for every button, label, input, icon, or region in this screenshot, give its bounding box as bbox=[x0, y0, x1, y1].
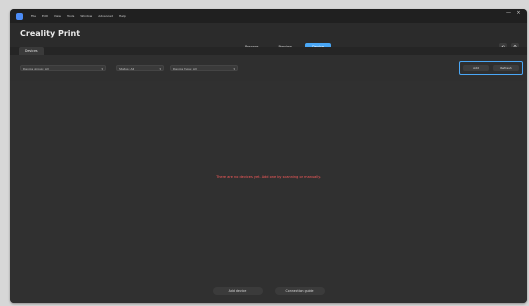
toolbar-actions: Add Refresh bbox=[459, 61, 523, 75]
app-window: File Edit View Tools Window Advanced Hel… bbox=[10, 9, 527, 303]
device-type-filter[interactable]: Device type: All ▾ bbox=[170, 65, 238, 71]
status-filter[interactable]: Status: All ▾ bbox=[116, 65, 164, 71]
device-group-filter[interactable]: Device group: All ▾ bbox=[20, 65, 106, 71]
empty-state-message: There are no devices yet. Add one by sca… bbox=[216, 175, 321, 179]
bottom-actions: Add device Connection guide bbox=[10, 287, 527, 295]
menu-file[interactable]: File bbox=[31, 14, 36, 18]
chevron-down-icon: ▾ bbox=[159, 67, 161, 71]
chevron-down-icon: ▾ bbox=[101, 67, 103, 71]
menu-window[interactable]: Window bbox=[80, 14, 92, 18]
status-value: All bbox=[130, 67, 135, 71]
add-button[interactable]: Add bbox=[463, 65, 489, 71]
device-group-value: All bbox=[44, 67, 49, 71]
window-controls: — × bbox=[506, 11, 521, 16]
device-type-label: Device type bbox=[173, 67, 191, 71]
menu-advanced[interactable]: Advanced bbox=[98, 14, 113, 18]
device-group-label: Device group bbox=[23, 67, 43, 71]
connection-guide-button[interactable]: Connection guide bbox=[274, 287, 325, 295]
menu-help[interactable]: Help bbox=[119, 14, 126, 18]
tab-devices[interactable]: Devices bbox=[19, 47, 44, 55]
device-type-value: All bbox=[192, 67, 197, 71]
screen-frame: File Edit View Tools Window Advanced Hel… bbox=[0, 0, 529, 306]
tab-strip: Devices bbox=[10, 47, 527, 55]
app-title: Creality Print bbox=[20, 29, 81, 38]
menu-edit[interactable]: Edit bbox=[42, 14, 48, 18]
menu-bar: File Edit View Tools Window Advanced Hel… bbox=[10, 9, 527, 23]
menu-tools[interactable]: Tools bbox=[67, 14, 74, 18]
main-content: There are no devices yet. Add one by sca… bbox=[10, 81, 527, 303]
status-label: Status bbox=[119, 67, 129, 71]
device-toolbar: Device group: All ▾ Status: All ▾ Device… bbox=[10, 55, 527, 81]
minimize-button[interactable]: — bbox=[506, 11, 511, 16]
menu-view[interactable]: View bbox=[54, 14, 61, 18]
add-device-button[interactable]: Add device bbox=[212, 287, 263, 295]
title-bar: Creality Print Prepare Preview Device ⟲ … bbox=[10, 23, 527, 51]
app-icon bbox=[16, 12, 23, 20]
close-button[interactable]: × bbox=[516, 11, 521, 16]
refresh-button[interactable]: Refresh bbox=[493, 65, 519, 71]
chevron-down-icon: ▾ bbox=[233, 67, 235, 71]
